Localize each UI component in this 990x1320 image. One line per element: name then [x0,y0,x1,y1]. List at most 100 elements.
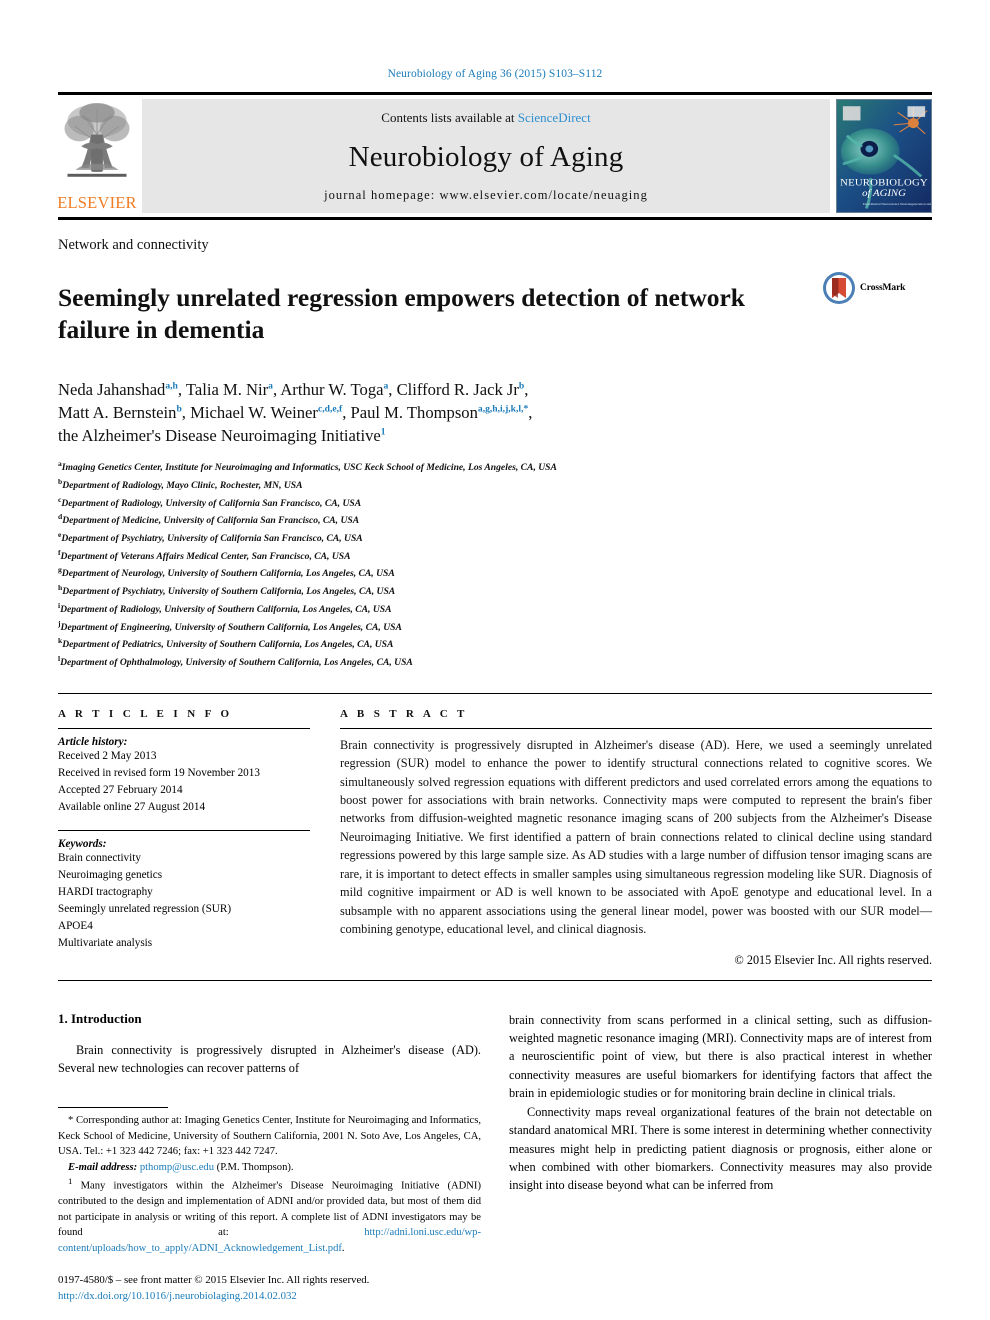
body-paragraph: brain connectivity from scans performed … [509,1012,932,1101]
affiliation-text: Department of Radiology, Mayo Clinic, Ro… [62,480,303,491]
affiliation-item: kDepartment of Pediatrics, University of… [58,635,932,653]
cover-title-line2: of AGING [862,188,906,198]
footnote-block: * Corresponding author at: Imaging Genet… [58,1107,481,1304]
author-sep: , [342,402,351,422]
divider [58,727,310,729]
affiliation-list: aImaging Genetics Center, Institute for … [58,458,932,671]
crossmark-badge[interactable]: CrossMark [822,265,932,305]
author-sep: , [528,402,533,422]
history-revised: Received in revised form 19 November 201… [58,766,260,779]
body-column-right: brain connectivity from scans performed … [509,1011,932,1305]
adni-marker: 1 [68,1176,73,1187]
info-abstract-band: A R T I C L E I N F O Article history: R… [58,692,932,981]
affiliation-item: fDepartment of Veterans Affairs Medical … [58,547,932,565]
author-sep: , [524,380,529,400]
history-online: Available online 27 August 2014 [58,800,206,813]
author-item: Talia M. Nira, [186,380,280,399]
title-row: Seemingly unrelated regression empowers … [58,265,932,363]
doi-link[interactable]: http://dx.doi.org/10.1016/j.neurobiolagi… [58,1288,481,1304]
elsevier-tree-icon [64,102,130,177]
email-link[interactable]: pthomp@usc.edu [140,1162,214,1173]
keyword-item: Neuroimaging genetics [58,868,163,881]
article-info-column: A R T I C L E I N F O Article history: R… [58,708,310,968]
affiliation-item: jDepartment of Engineering, University o… [58,618,932,636]
author-item: Paul M. Thompsona,g,h,i,j,k,l,*, [351,403,533,422]
author-sep: , [388,380,397,400]
keyword-item: Seemingly unrelated regression (SUR) [58,902,232,915]
masthead-center: Contents lists available at ScienceDirec… [142,99,830,213]
affiliation-text: Department of Pediatrics, University of … [62,639,394,651]
affiliation-text: Department of Neurology, University of S… [61,568,395,580]
history-accepted: Accepted 27 February 2014 [58,783,183,796]
issn-block: 0197-4580/$ – see front matter © 2015 El… [58,1272,481,1304]
affiliation-text: Department of Engineering, University of… [60,621,402,633]
author-affil-marker[interactable]: a,g,h,i,j,k,l,* [478,403,528,414]
author-name: Neda Jahanshad [58,380,166,400]
affiliation-text: Imaging Genetics Center, Institute for N… [61,462,557,474]
keyword-item: Multivariate analysis [58,936,153,949]
keyword-item: Brain connectivity [58,851,141,864]
article-history-label: Article history: [58,735,128,748]
cover-title-line1: NEUROBIOLOGY [840,178,928,188]
keywords-block: Keywords: Brain connectivity Neuroimagin… [58,829,310,952]
author-affil-marker[interactable]: a,h [165,381,178,392]
abstract-column: A B S T R A C T Brain connectivity is pr… [340,708,932,968]
author-affil-marker[interactable]: 1 [381,426,386,437]
body-columns: 1. Introduction Brain connectivity is pr… [58,1011,932,1305]
divider [58,829,310,831]
affiliation-item: aImaging Genetics Center, Institute for … [58,458,932,476]
author-name: Arthur W. Toga [280,380,384,400]
affiliation-text: Department of Psychiatry, University of … [61,533,363,545]
affiliation-text: Department of Psychiatry, University of … [62,586,396,598]
journal-cover-thumbnail: NEUROBIOLOGY of AGING Experimental Neuro… [836,99,932,213]
article-page: Neurobiology of Aging 36 (2015) S103–S11… [0,0,990,1320]
adni-url-tail: . [341,1242,345,1254]
body-paragraph: Connectivity maps reveal organizational … [509,1104,932,1193]
affiliation-item: bDepartment of Radiology, Mayo Clinic, R… [58,476,932,494]
affiliation-item: dDepartment of Medicine, University of C… [58,511,932,529]
sciencedirect-link[interactable]: ScienceDirect [518,110,591,125]
crossmark-label: CrossMark [860,283,906,293]
author-item: Arthur W. Togaa, [280,380,396,399]
keywords-label: Keywords: [58,837,107,850]
crossmark-icon [823,272,855,304]
author-name: Paul M. Thompson [350,402,478,422]
divider [340,727,932,729]
issn-line: 0197-4580/$ – see front matter © 2015 El… [58,1274,370,1287]
affiliation-text: Department of Ophthalmology, University … [60,657,413,669]
cover-art: NEUROBIOLOGY of AGING Experimental Neuro… [837,100,931,212]
email-suffix: (P.M. Thompson). [214,1161,294,1173]
running-head: Neurobiology of Aging 36 (2015) S103–S11… [387,68,603,80]
author-affil-marker[interactable]: c,d,e,f [318,403,342,414]
author-item: the Alzheimer's Disease Neuroimaging Ini… [58,426,386,445]
author-name: the Alzheimer's Disease Neuroimaging Ini… [58,425,381,445]
affiliation-item: gDepartment of Neurology, University of … [58,564,932,582]
email-note: E-mail address: pthomp@usc.edu (P.M. Tho… [58,1160,481,1175]
keyword-item: APOE4 [58,919,93,932]
affiliation-item: cDepartment of Radiology, University of … [58,494,932,512]
intro-heading: 1. Introduction [58,1010,142,1026]
affiliation-text: Department of Medicine, University of Ca… [62,515,360,527]
email-label: E-mail address: [68,1161,138,1173]
author-list: Neda Jahanshada,h, Talia M. Nira, Arthur… [58,379,932,447]
affiliation-item: lDepartment of Ophthalmology, University… [58,653,932,671]
section-label: Network and connectivity [58,237,209,253]
author-sep: , [181,402,191,422]
author-item: Michael W. Weinerc,d,e,f, [190,403,350,422]
journal-homepage[interactable]: journal homepage: www.elsevier.com/locat… [324,188,648,203]
author-sep: , [177,380,186,400]
contents-prefix: Contents lists available at [381,110,518,125]
affiliation-text: Department of Radiology, University of C… [61,497,362,509]
abstract-text: Brain connectivity is progressively disr… [340,737,932,937]
journal-masthead: ELSEVIER Contents lists available at Sci… [57,92,932,220]
journal-title: Neurobiology of Aging [348,140,624,173]
page-title: Seemingly unrelated regression empowers … [58,283,745,345]
abstract-heading: A B S T R A C T [340,707,468,720]
corresponding-author-note: * Corresponding author at: Imaging Genet… [58,1115,481,1158]
abstract-copyright: © 2015 Elsevier Inc. All rights reserved… [734,952,932,967]
elsevier-wordmark: ELSEVIER [57,192,137,212]
adni-note: 1 Many investigators within the Alzheime… [58,1175,481,1256]
footnote-divider [58,1107,168,1109]
cover-subtitle: Experimental Neuroscience Neurodegenerat… [863,202,931,206]
author-name: Matt A. Bernstein [58,402,177,422]
